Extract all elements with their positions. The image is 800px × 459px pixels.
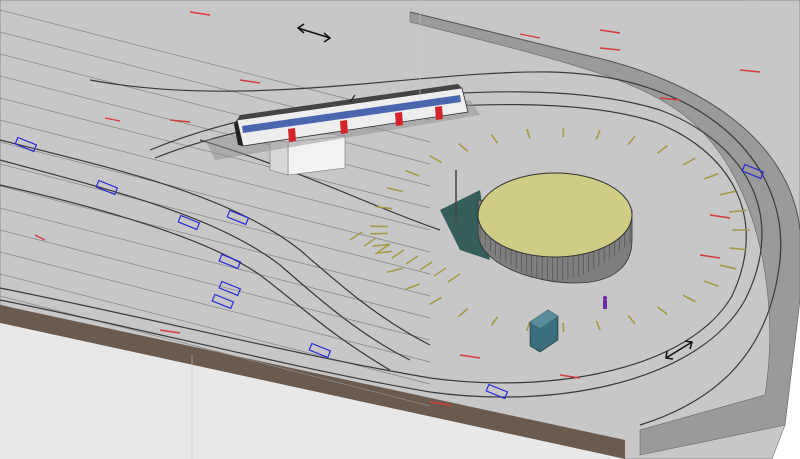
- model-viewport: [0, 0, 800, 459]
- rotunda-roof: [477, 172, 633, 258]
- person-body: [603, 300, 607, 309]
- tram-door-1: [288, 128, 296, 142]
- tram-door-2: [340, 120, 348, 134]
- person-head: [602, 295, 608, 301]
- cad-scene: [0, 0, 800, 459]
- tram-door-4: [435, 106, 443, 120]
- person-figure: [602, 295, 608, 309]
- tram-door-3: [395, 112, 403, 126]
